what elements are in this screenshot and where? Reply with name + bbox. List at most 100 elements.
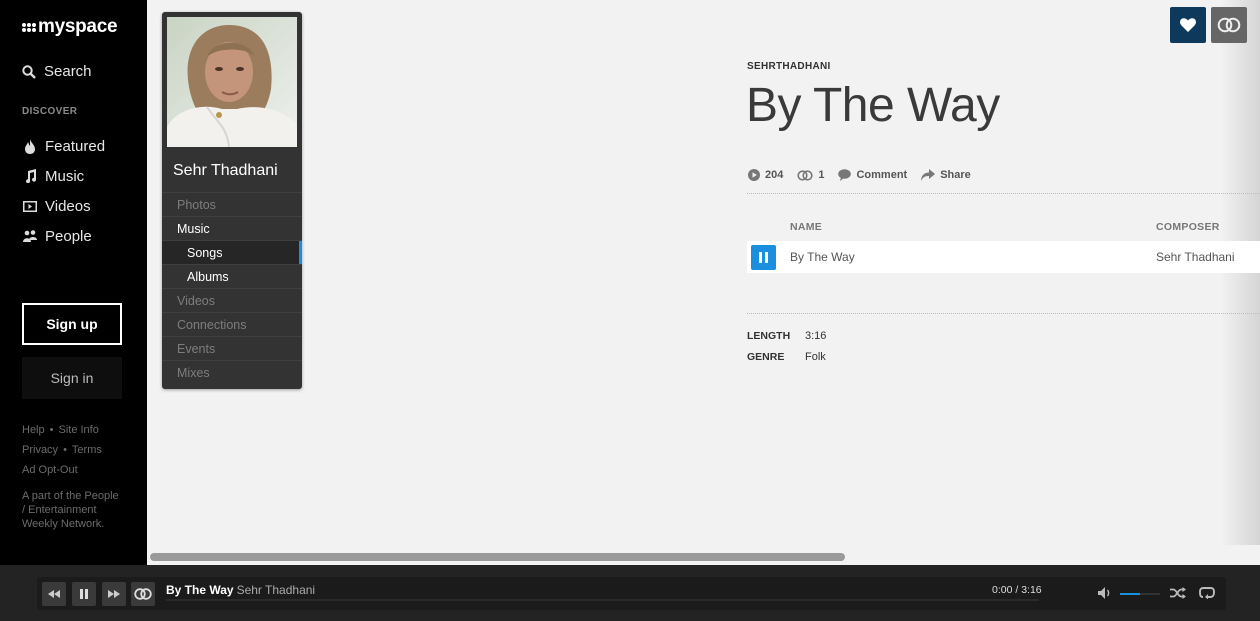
repeat-icon xyxy=(1199,587,1215,600)
ad-opt-out-link[interactable]: Ad Opt-Out xyxy=(22,464,78,476)
heart-icon xyxy=(1180,18,1196,32)
search-icon xyxy=(22,64,36,79)
nav-item-label: People xyxy=(45,227,92,245)
volume-icon xyxy=(1098,587,1110,599)
genre-label: GENRE xyxy=(747,351,785,363)
myspace-logo[interactable]: myspace xyxy=(22,16,118,38)
play-count-icon xyxy=(748,169,760,181)
horizontal-scrollbar-thumb[interactable] xyxy=(150,553,845,561)
track-row[interactable]: By The Way Sehr Thadhani xyxy=(747,241,1260,273)
comment-icon xyxy=(838,169,852,181)
player-controls: By The Way Sehr Thadhani 0:00 / 3:16 xyxy=(37,577,1226,610)
connections-value: 1 xyxy=(818,169,825,181)
column-header-composer[interactable]: COMPOSER xyxy=(1156,221,1220,233)
column-header-name[interactable]: NAME xyxy=(790,221,822,233)
volume-button[interactable] xyxy=(1098,586,1112,604)
discover-list: Featured Music Videos People xyxy=(22,131,105,251)
shuffle-icon xyxy=(1170,587,1186,599)
profile-menu: Photos Music Songs Albums Videos Connect… xyxy=(162,192,302,384)
profile-menu-photos[interactable]: Photos xyxy=(162,192,302,216)
bullet-separator: • xyxy=(49,424,54,436)
share-arrow-icon xyxy=(921,169,936,181)
artist-handle-link[interactable]: SEHRTHADHANI xyxy=(747,61,831,72)
song-stats: 204 1 Comment Share xyxy=(748,169,985,181)
terms-link[interactable]: Terms xyxy=(72,444,102,456)
connect-rings-icon xyxy=(1217,17,1241,33)
track-pause-button[interactable] xyxy=(751,245,776,270)
flame-icon xyxy=(22,138,38,154)
nav-search[interactable]: Search xyxy=(22,63,92,80)
connect-button[interactable] xyxy=(1211,7,1247,43)
plays-count: 204 xyxy=(748,169,783,181)
bullet-separator: • xyxy=(63,444,67,456)
shuffle-button[interactable] xyxy=(1170,586,1186,604)
share-label: Share xyxy=(940,169,971,181)
playback-time: 0:00 / 3:16 xyxy=(992,584,1042,596)
privacy-link[interactable]: Privacy xyxy=(22,444,58,456)
profile-menu-songs[interactable]: Songs xyxy=(162,240,302,264)
tracks-divider xyxy=(747,313,1260,314)
profile-name[interactable]: Sehr Thadhani xyxy=(173,162,278,180)
like-button[interactable] xyxy=(1170,7,1206,43)
nav-item-label: Videos xyxy=(45,197,91,215)
search-label: Search xyxy=(44,63,92,80)
music-note-icon xyxy=(22,168,38,184)
player-connect-button[interactable] xyxy=(131,582,155,606)
pause-bar xyxy=(759,252,762,263)
nav-item-featured[interactable]: Featured xyxy=(22,131,105,161)
video-icon xyxy=(22,198,38,214)
site-info-link[interactable]: Site Info xyxy=(58,424,98,436)
repeat-button[interactable] xyxy=(1199,586,1215,604)
fast-forward-icon xyxy=(108,590,120,598)
network-text: A part of the People / Entertainment Wee… xyxy=(22,490,119,530)
logo-text: myspace xyxy=(38,16,118,37)
now-playing-title[interactable]: By The Way xyxy=(166,583,234,597)
previous-button[interactable] xyxy=(42,582,66,606)
next-button[interactable] xyxy=(102,582,126,606)
nav-item-label: Music xyxy=(45,167,85,185)
profile-card: Sehr Thadhani Photos Music Songs Albums … xyxy=(162,12,302,389)
connections-count[interactable]: 1 xyxy=(797,169,824,181)
profile-menu-videos[interactable]: Videos xyxy=(162,288,302,312)
profile-menu-mixes[interactable]: Mixes xyxy=(162,360,302,384)
help-link[interactable]: Help xyxy=(22,424,45,436)
nav-item-people[interactable]: People xyxy=(22,221,105,251)
share-button[interactable]: Share xyxy=(921,169,971,181)
song-title: By The Way xyxy=(746,79,1000,132)
discover-heading: DISCOVER xyxy=(22,106,78,117)
left-nav: myspace Search DISCOVER Featured Music V… xyxy=(0,0,147,565)
player-bar: By The Way Sehr Thadhani 0:00 / 3:16 xyxy=(0,565,1260,621)
length-label: LENGTH xyxy=(747,330,791,342)
pause-bar xyxy=(765,252,768,263)
nav-item-videos[interactable]: Videos xyxy=(22,191,105,221)
comment-label: Comment xyxy=(856,169,908,181)
track-name: By The Way xyxy=(790,250,855,264)
profile-avatar[interactable] xyxy=(167,17,297,147)
progress-bar[interactable] xyxy=(166,599,1039,601)
rewind-icon xyxy=(48,590,60,598)
logo-dots-icon xyxy=(22,22,36,32)
player-pause-button[interactable] xyxy=(72,582,96,606)
connect-rings-icon xyxy=(134,588,152,600)
sign-up-button[interactable]: Sign up xyxy=(22,303,122,345)
people-icon xyxy=(22,228,38,244)
nav-item-music[interactable]: Music xyxy=(22,161,105,191)
pause-icon xyxy=(80,589,88,599)
now-playing-artist[interactable]: Sehr Thadhani xyxy=(237,583,316,597)
profile-menu-albums[interactable]: Albums xyxy=(162,264,302,288)
sign-in-button[interactable]: Sign in xyxy=(22,357,122,399)
now-playing[interactable]: By The Way Sehr Thadhani xyxy=(166,583,315,597)
volume-slider[interactable] xyxy=(1120,593,1160,595)
nav-item-label: Featured xyxy=(45,137,106,155)
profile-photo-icon xyxy=(167,17,297,147)
stats-divider xyxy=(747,193,1260,194)
length-value: 3:16 xyxy=(805,330,827,342)
myspace-app: myspace Search DISCOVER Featured Music V… xyxy=(0,0,1260,621)
comment-button[interactable]: Comment xyxy=(838,169,907,181)
profile-menu-connections[interactable]: Connections xyxy=(162,312,302,336)
volume-fill xyxy=(1120,593,1140,595)
profile-menu-music[interactable]: Music xyxy=(162,216,302,240)
track-composer: Sehr Thadhani xyxy=(1156,250,1235,264)
profile-menu-events[interactable]: Events xyxy=(162,336,302,360)
genre-value[interactable]: Folk xyxy=(805,351,826,363)
